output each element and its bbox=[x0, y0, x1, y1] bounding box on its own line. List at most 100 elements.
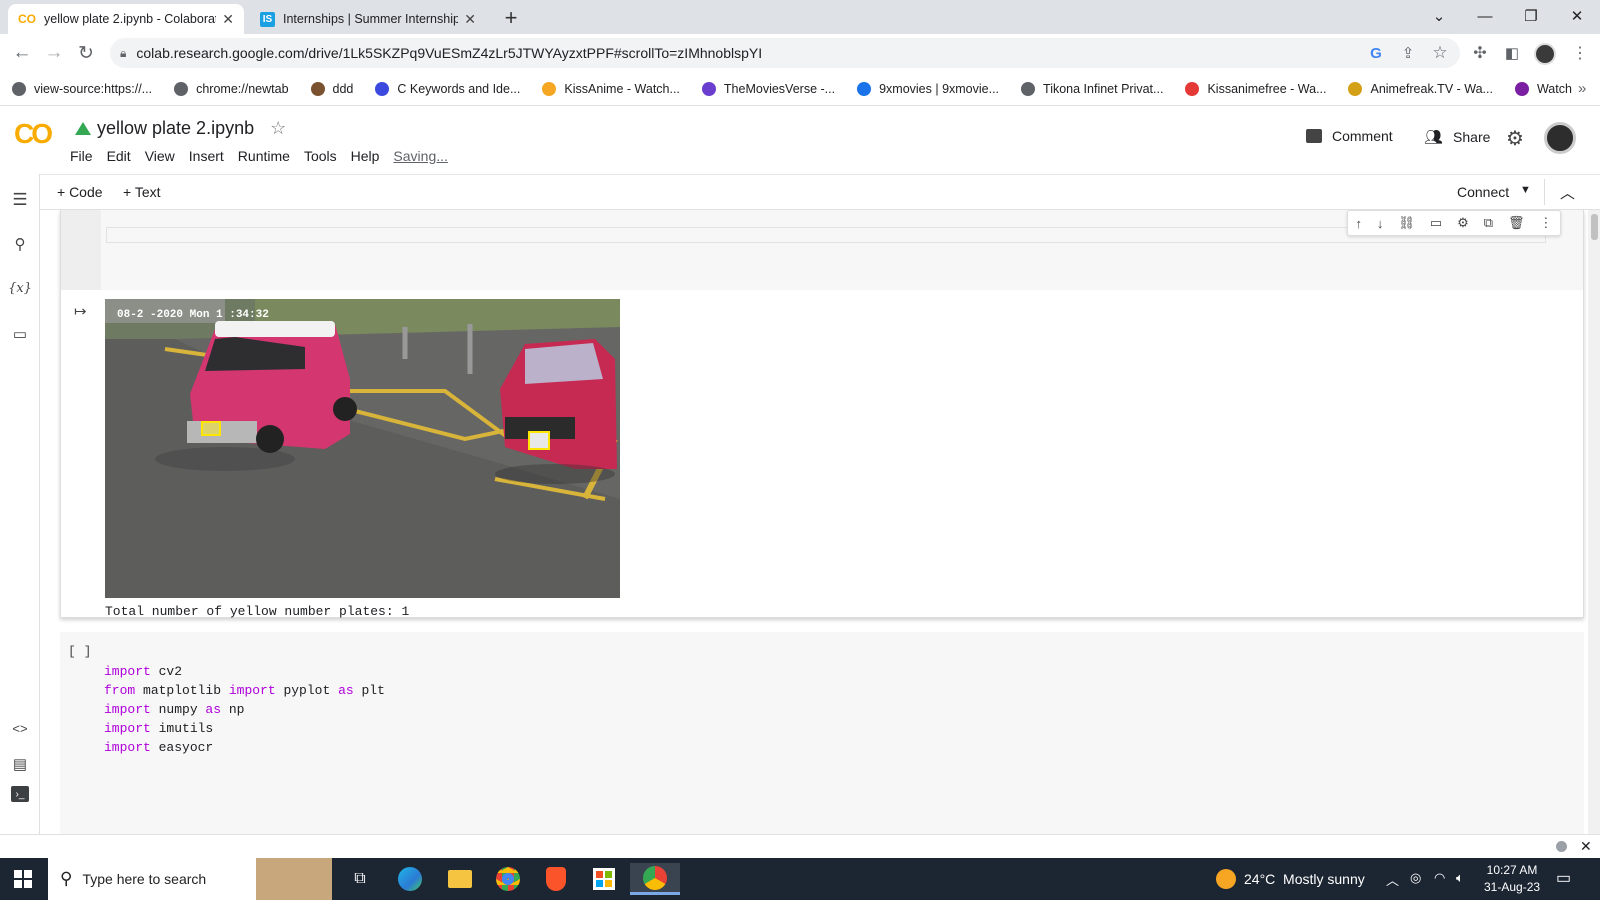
menu-item-edit[interactable]: Edit bbox=[107, 148, 131, 164]
google-icon[interactable]: G bbox=[1362, 39, 1390, 67]
tab-colab[interactable]: CO yellow plate 2.ipynb - Colaboratory ✕ bbox=[8, 4, 244, 34]
cell-toolbar: ↑ ↓ ⛓ ▭ ⚙ ⧉ 🗑︎ ⋮ bbox=[1347, 210, 1561, 236]
variables-icon[interactable]: {x} bbox=[8, 276, 32, 300]
task-view-icon[interactable]: ⧉ bbox=[340, 863, 380, 895]
code-line: import easyocr bbox=[104, 738, 385, 757]
bookmark-star-icon[interactable]: ☆ bbox=[1426, 39, 1454, 67]
bookmark-item[interactable]: view-source:https://... bbox=[12, 81, 152, 96]
code-snippets-icon[interactable]: <> bbox=[8, 716, 32, 740]
extensions-icon[interactable]: ✣ bbox=[1466, 39, 1494, 67]
comment-cell-icon[interactable]: ▭ bbox=[1430, 215, 1442, 231]
menu-item-view[interactable]: View bbox=[145, 148, 175, 164]
scrollbar-thumb[interactable] bbox=[1591, 214, 1598, 240]
menu-item-help[interactable]: Help bbox=[351, 148, 380, 164]
meet-now-icon[interactable]: ◎ bbox=[1410, 870, 1421, 886]
minimize-button[interactable]: — bbox=[1462, 0, 1508, 32]
cell-settings-icon[interactable]: ⚙ bbox=[1457, 215, 1469, 231]
files-folder-icon[interactable]: ▭ bbox=[8, 322, 32, 346]
bookmark-item[interactable]: ddd bbox=[310, 81, 354, 96]
more-bookmarks-icon[interactable]: » bbox=[1578, 80, 1586, 97]
store-icon[interactable] bbox=[584, 863, 624, 895]
weather-widget[interactable]: 24°C Mostly sunny bbox=[1216, 869, 1365, 889]
menu-item-insert[interactable]: Insert bbox=[189, 148, 224, 164]
notebook-scrollbar[interactable] bbox=[1588, 210, 1600, 834]
close-icon[interactable]: ✕ bbox=[222, 11, 234, 28]
mirror-cell-icon[interactable]: ⧉ bbox=[1484, 215, 1493, 231]
edge-icon[interactable] bbox=[390, 863, 430, 895]
code-editor-line[interactable] bbox=[106, 227, 1546, 243]
search-icon[interactable]: ⚲ bbox=[8, 232, 32, 256]
windows-start-icon[interactable] bbox=[14, 870, 32, 888]
active-cell[interactable]: ↑ ↓ ⛓ ▭ ⚙ ⧉ 🗑︎ ⋮ ↦ 08-2 -2020 Mon 1:34:… bbox=[60, 210, 1584, 619]
show-hidden-icons-icon[interactable]: ︿ bbox=[1386, 870, 1399, 889]
bookmarks-bar: view-source:https://... chrome://newtab dd… bbox=[0, 72, 1600, 106]
move-down-icon[interactable]: ↓ bbox=[1377, 216, 1384, 231]
add-code-button[interactable]: + Code bbox=[57, 184, 103, 200]
bookmark-item[interactable]: TheMoviesVerse -... bbox=[701, 81, 835, 96]
bookmark-item[interactable]: 9xmovies | 9xmovie... bbox=[857, 81, 999, 96]
share-button[interactable]: 👥︎ Share bbox=[1424, 128, 1490, 146]
share-page-icon[interactable]: ⇪ bbox=[1394, 39, 1422, 67]
collapse-header-icon[interactable]: ︿ bbox=[1560, 182, 1575, 203]
connect-dropdown-icon[interactable]: ▼ bbox=[1520, 184, 1531, 196]
close-window-button[interactable]: ✕ bbox=[1554, 0, 1600, 32]
bookmark-item[interactable]: chrome://newtab bbox=[174, 81, 289, 96]
url-field[interactable]: 🔒︎ colab.research.google.com/drive/1Lk5S… bbox=[110, 38, 1460, 68]
code-token: matplotlib bbox=[135, 683, 229, 698]
code-cell[interactable]: [ ] import cv2 from matplotlib import pyp… bbox=[60, 632, 1584, 834]
chrome-active-icon[interactable] bbox=[630, 863, 680, 895]
terminal-icon[interactable]: ›_ bbox=[11, 786, 29, 802]
close-icon[interactable]: ✕ bbox=[1580, 838, 1592, 855]
gear-icon[interactable]: ⚙ bbox=[1506, 126, 1524, 151]
taskbar-search-box[interactable]: ⚲ Type here to search bbox=[48, 858, 332, 900]
wifi-icon[interactable]: ◠ bbox=[1434, 870, 1445, 886]
menu-item-file[interactable]: File bbox=[70, 148, 93, 164]
menu-item-runtime[interactable]: Runtime bbox=[238, 148, 290, 164]
add-text-button[interactable]: + Text bbox=[123, 184, 161, 200]
command-palette-icon[interactable]: ▤ bbox=[8, 752, 32, 776]
internshala-favicon: IS bbox=[260, 11, 275, 27]
bookmark-label: ddd bbox=[332, 81, 354, 96]
restore-button[interactable]: ❐ bbox=[1508, 0, 1554, 32]
bookmark-label: Watch Anime Onlin... bbox=[1536, 81, 1572, 96]
star-icon[interactable]: ☆ bbox=[270, 118, 286, 139]
link-icon[interactable]: ⛓ bbox=[1398, 215, 1415, 231]
back-icon[interactable]: ← bbox=[8, 39, 36, 67]
bookmark-item[interactable]: KissAnime - Watch... bbox=[542, 81, 680, 96]
bookmark-item[interactable]: Watch Anime Onlin... bbox=[1514, 81, 1572, 96]
tab-internships[interactable]: IS Internships | Summer Internship ✕ bbox=[250, 4, 486, 34]
close-icon[interactable]: ✕ bbox=[464, 11, 476, 28]
file-explorer-icon[interactable] bbox=[440, 863, 480, 895]
forward-icon[interactable]: → bbox=[40, 39, 68, 67]
side-panel-icon[interactable]: ◧ bbox=[1498, 39, 1526, 67]
table-of-contents-icon[interactable]: ☰ bbox=[8, 188, 32, 212]
code-editor[interactable]: import cv2 from matplotlib import pyplot … bbox=[104, 662, 385, 757]
volume-icon[interactable]: 🔈︎ bbox=[1456, 870, 1464, 886]
tab-search-icon[interactable]: ⌄ bbox=[1416, 0, 1462, 32]
reload-icon[interactable]: ↻ bbox=[72, 39, 100, 67]
notifications-icon[interactable]: ▭ bbox=[1556, 868, 1571, 888]
url-text: colab.research.google.com/drive/1Lk5SKZP… bbox=[136, 45, 763, 61]
bookmark-item[interactable]: C Keywords and Ide... bbox=[375, 81, 520, 96]
account-avatar[interactable] bbox=[1544, 122, 1576, 154]
clock[interactable]: 10:27 AM 31-Aug-23 bbox=[1484, 862, 1540, 896]
menu-item-tools[interactable]: Tools bbox=[304, 148, 337, 164]
profile-avatar[interactable] bbox=[1534, 43, 1556, 65]
parking-lot-photo: 08-2 -2020 Mon 1 :34:32 bbox=[105, 299, 620, 598]
more-vert-icon[interactable]: ⋮ bbox=[1539, 215, 1552, 231]
bookmark-item[interactable]: Animefreak.TV - Wa... bbox=[1348, 81, 1493, 96]
colab-logo[interactable]: CO bbox=[14, 118, 53, 150]
move-up-icon[interactable]: ↑ bbox=[1355, 216, 1362, 231]
comment-button[interactable]: Comment bbox=[1306, 128, 1393, 144]
chrome-icon[interactable] bbox=[488, 863, 528, 895]
bookmark-item[interactable]: Kissanimefree - Wa... bbox=[1185, 81, 1326, 96]
chrome-menu-icon[interactable]: ⋮ bbox=[1566, 39, 1594, 67]
notebook-title[interactable]: yellow plate 2.ipynb bbox=[97, 118, 254, 139]
output-actions-icon[interactable]: ↦ bbox=[74, 302, 87, 320]
brave-icon[interactable] bbox=[536, 863, 576, 895]
bookmark-item[interactable]: Tikona Infinet Privat... bbox=[1021, 81, 1163, 96]
new-tab-button[interactable]: + bbox=[497, 4, 525, 32]
connect-button[interactable]: Connect bbox=[1457, 184, 1509, 200]
run-cell-indicator[interactable]: [ ] bbox=[68, 644, 91, 659]
delete-icon[interactable]: 🗑︎ bbox=[1508, 215, 1525, 231]
